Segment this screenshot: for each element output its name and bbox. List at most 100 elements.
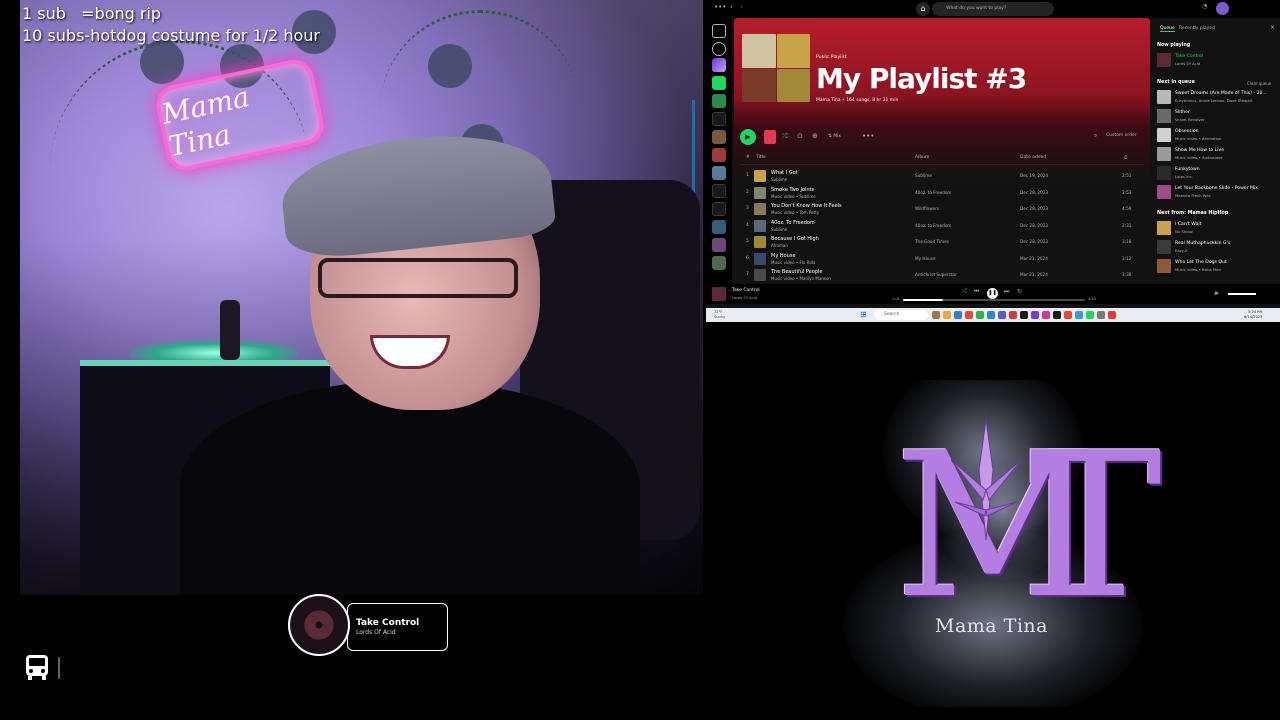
table-row[interactable]: 2 Smoke Two Joints Music video • Sublime 40… [734,185,1150,201]
weather-widget[interactable]: 72°F Sunny [714,310,725,320]
avatar[interactable] [1216,2,1229,15]
track-artist[interactable]: Music video • Flo Rida [771,260,816,265]
queue-item[interactable]: Let Your Backbone Slide - Power Mix Maest… [1157,183,1277,201]
taskbar-app-icon[interactable] [1042,311,1050,319]
taskbar-app-icon[interactable] [954,311,962,319]
track-album[interactable]: The Good Times [915,239,949,244]
bell-icon[interactable]: ◔ [1202,3,1207,10]
playlist-mini-cover[interactable] [764,130,776,144]
track-artist[interactable]: Music video • Marilyn Manson [771,276,831,281]
liked-songs-item[interactable] [712,58,726,72]
track-album[interactable]: My House [915,256,936,261]
queue-item[interactable]: Who Let The Dogs Out Music video • Baha M… [1157,257,1277,275]
forward-arrow-icon[interactable]: › [740,2,743,11]
library-playlist-item[interactable] [712,148,726,162]
taskbar-app-icon[interactable] [976,311,984,319]
track-album[interactable]: Antichrist Superstar [915,272,957,277]
clear-queue-button[interactable]: Clear queue [1247,81,1271,86]
track-album[interactable]: 40oz. to Freedom [915,223,951,228]
taskbar-app-icon[interactable] [1064,311,1072,319]
shuffle-icon[interactable]: ⤮ [782,132,788,141]
queue-item[interactable]: Slither Velvet Revolver [1157,107,1277,125]
track-artist[interactable]: Music video • Tom Petty [771,210,819,215]
queue-item[interactable]: Show Me How to Live Music video • Audiosl… [1157,145,1277,163]
more-options-icon[interactable]: ••• [862,132,874,140]
library-playlist-item[interactable] [712,256,726,270]
track-album[interactable]: Sublime [915,173,932,178]
taskbar-app-icon[interactable] [1053,311,1061,319]
library-icon[interactable] [712,24,726,38]
table-row[interactable]: 5 Because I Got High Afroman The Good Times… [734,234,1150,250]
previous-icon[interactable]: ⏮ [974,288,979,296]
library-playlist-item[interactable] [712,94,726,108]
taskbar-clock[interactable]: 5:24 PM 6/14/2025 [1244,310,1262,320]
library-playlist-item[interactable] [712,112,726,126]
volume-icon[interactable]: 🔈 [1214,290,1220,296]
tab-recently-played[interactable]: Recently played [1179,26,1215,31]
back-arrow-icon[interactable]: ‹ [730,2,733,11]
spotify-taskbar-icon[interactable] [1086,311,1094,319]
library-folder-item[interactable] [712,184,726,198]
add-user-icon[interactable]: ⊕ [812,132,818,140]
track-artist[interactable]: Sublime [771,177,787,182]
volume-slider[interactable] [1228,293,1256,295]
queue-now-playing[interactable]: Take Control Lords Of Acid [1157,51,1277,69]
table-row[interactable]: 1 What I Got Sublime Sublime Dec 19, 2024 2:5… [734,168,1150,184]
play-button[interactable]: ▶ [740,129,756,145]
player-thumbnail[interactable] [712,287,726,301]
queue-item[interactable]: Real Muthaphuckkin G's Eazy-E [1157,238,1277,256]
track-artist[interactable]: Afroman [771,243,788,248]
home-button[interactable]: ⌂ [916,2,930,16]
mix-button[interactable]: ⇅ Mix [828,134,841,139]
player-track-artist[interactable]: Lords Of Acid [732,295,757,300]
player-track-title[interactable]: Take Control [732,288,760,293]
taskbar-app-icon[interactable] [987,311,995,319]
close-icon[interactable]: × [1270,24,1275,31]
library-playlist-item[interactable] [712,220,726,234]
track-artist[interactable]: Sublime [771,227,787,232]
repeat-icon[interactable]: ↻ [1017,288,1022,295]
track-title[interactable]: Because I Got High [771,236,819,242]
track-album[interactable]: Wildflowers [915,206,939,211]
menu-dots-icon[interactable]: ••• [714,3,726,11]
pause-button[interactable]: ❚❚ [987,288,998,299]
track-title[interactable]: The Beautiful People [771,269,823,275]
sort-dropdown[interactable]: Custom order [1106,133,1137,138]
table-row[interactable]: 7 The Beautiful People Music video • Maril… [734,267,1150,283]
track-title[interactable]: Smoke Two Joints [771,187,814,193]
taskbar-app-icon[interactable] [943,311,951,319]
taskbar-app-icon[interactable] [998,311,1006,319]
taskbar-app-icon[interactable] [1108,311,1116,319]
next-icon[interactable]: ⏭ [1004,288,1009,296]
shuffle-icon[interactable]: ⤮ [962,288,967,296]
windows-start-icon[interactable]: ⊞ [860,311,868,319]
taskbar-app-icon[interactable] [1031,311,1039,319]
taskbar-app-icon[interactable] [1075,311,1083,319]
library-playlist-item[interactable] [712,238,726,252]
library-artist-item[interactable] [712,202,726,216]
track-artist[interactable]: Music video • Sublime [771,194,816,199]
library-playlist-item[interactable] [712,130,726,144]
queue-item[interactable]: I Can't Wait Nu Shooz [1157,219,1277,237]
taskbar-app-icon[interactable] [965,311,973,319]
library-playlist-item[interactable] [712,76,726,90]
taskbar-app-icon[interactable] [932,311,940,319]
taskbar-app-icon[interactable] [1020,311,1028,319]
col-album[interactable]: Album [915,155,929,160]
spotify-search-input[interactable]: What do you want to play? [932,2,1054,16]
download-icon[interactable]: ⊙ [797,132,803,140]
add-icon[interactable] [712,42,726,56]
library-playlist-item[interactable] [712,166,726,180]
col-date[interactable]: Date added [1020,155,1046,160]
col-title[interactable]: Title [756,155,766,160]
tab-queue[interactable]: Queue [1160,26,1175,32]
table-row[interactable]: 6 My House Music video • Flo Rida My House M… [734,251,1150,267]
track-title[interactable]: You Don't Know How It Feels [771,203,842,209]
queue-item[interactable]: Obsession Music video • Animotion [1157,126,1277,144]
queue-item[interactable]: Sweet Dreams (Are Made of This) - 20... E… [1157,88,1277,106]
queue-item[interactable]: Funkytown Lipps Inc. [1157,164,1277,182]
track-album[interactable]: 40oz. to Freedom [915,190,951,195]
track-title[interactable]: My House [771,253,796,259]
taskbar-app-icon[interactable] [1097,311,1105,319]
search-icon[interactable]: ⌕ [1094,132,1097,140]
